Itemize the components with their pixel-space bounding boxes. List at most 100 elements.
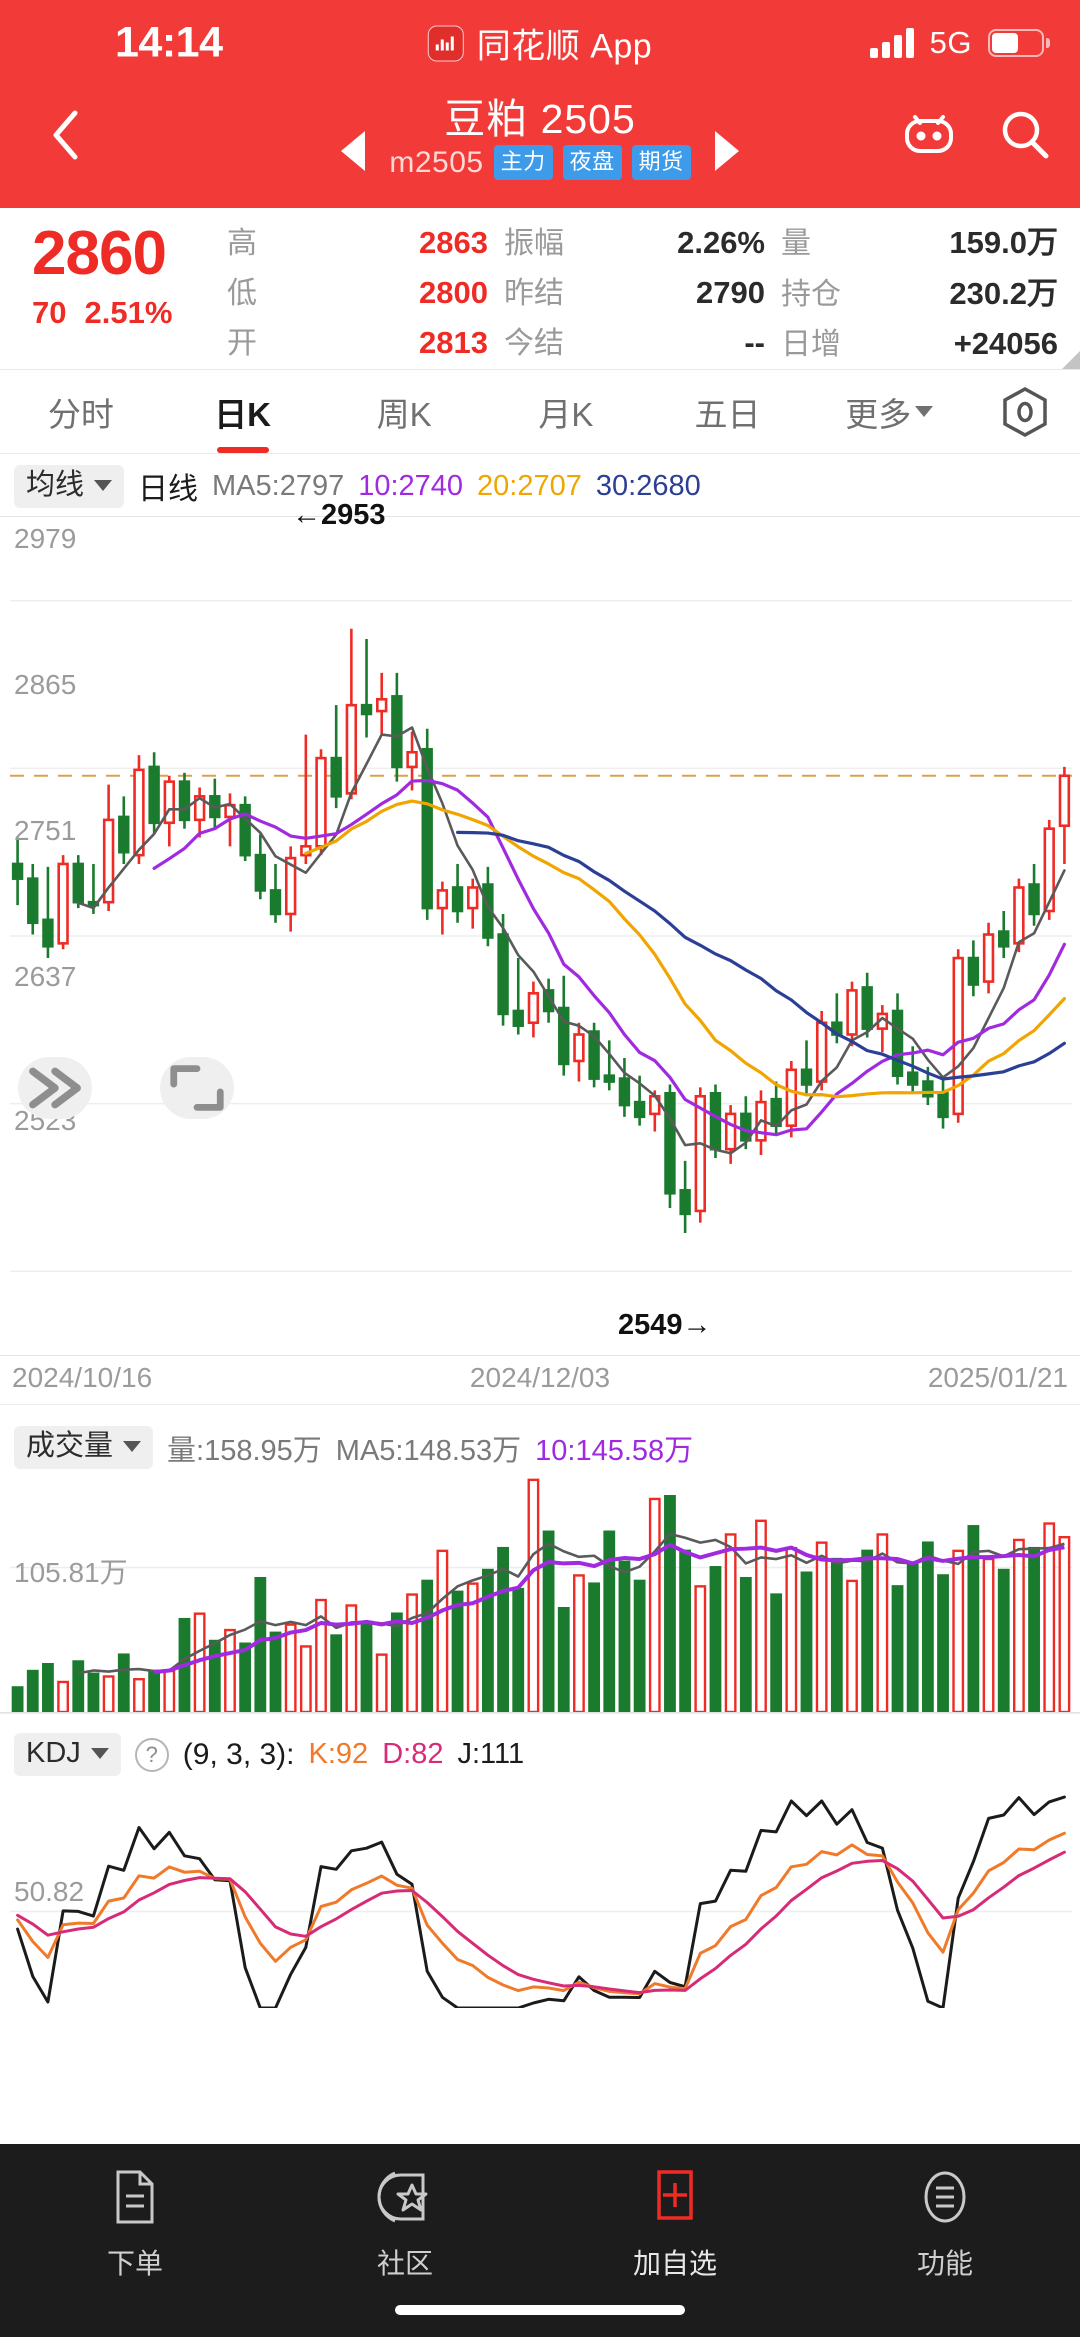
quote-field: 昨结 2790 [504,268,781,312]
ma-period-label: 日线 [138,473,199,506]
tab-monthly-k[interactable]: 月K [485,370,647,453]
field-label: 振幅 [504,226,564,260]
tag-night-session: 夜盘 [562,145,622,181]
field-value: 230.2万 [949,275,1058,311]
volume-chart-pane[interactable]: 105.81万 [0,1473,1080,1713]
kdj-params: (9, 3, 3): [182,1737,295,1771]
volume-selector-button[interactable]: 成交量 [14,1426,154,1469]
volume-value: 量:158.95万 [167,1434,322,1467]
quote-panel: 2860 70 2.51% 高 2863 低 2800 开 2813 振幅 2.26% 昨… [0,208,1080,370]
volume-ma10-value: 10:145.58万 [535,1434,694,1467]
field-value: 2790 [696,274,765,310]
tab-label: 五日 [694,395,761,433]
fullscreen-button[interactable] [160,1057,234,1119]
tab-label: 周K [376,395,432,433]
bottom-nav-label: 下单 [106,2248,163,2279]
tab-label: 分时 [47,395,114,433]
quote-primary: 2860 70 2.51% [22,222,227,357]
candlestick-app-icon [427,25,464,61]
quote-field: 低 2800 [227,268,504,312]
field-value: 2.26% [677,224,765,260]
ma-selector-button[interactable]: 均线 [14,464,125,508]
tab-more[interactable]: 更多 [808,370,970,453]
chevron-left-icon [53,110,78,160]
status-bar: 14:14 同花顺 App 5G [0,0,1080,86]
tab-label: 月K [538,395,594,433]
pane-divider [0,1404,1080,1416]
field-value: -- [744,324,765,360]
next-contract-button[interactable] [704,128,750,174]
ma-selector-label: 均线 [26,468,85,501]
kdj-selector-button[interactable]: KDJ [14,1733,121,1776]
chevron-down-icon [90,1748,109,1759]
function-menu-icon [920,2166,970,2228]
bottom-nav-label: 功能 [916,2248,973,2279]
field-value: 2863 [419,224,488,260]
search-button[interactable] [994,104,1056,166]
signal-bars-icon [869,28,914,58]
ma-legend-row: 均线 日线 MA5:2797 10:2740 20:2707 30:2680 [0,454,1080,516]
high-annotation: ←2953 [292,499,386,531]
bottom-nav-function[interactable]: 功能 [810,2166,1080,2282]
candlestick-chart[interactable] [0,517,1080,1355]
tab-weekly-k[interactable]: 周K [323,370,485,453]
question-circle-icon[interactable]: ? [134,1737,169,1772]
price-change: 70 [32,295,67,331]
kdj-legend-row: KDJ ? (9, 3, 3): K:92 D:82 J:111 [0,1723,1080,1780]
ma30-value: 30:2680 [595,469,701,502]
home-indicator [395,2305,685,2315]
field-label: 低 [227,276,257,310]
kdj-j-value: J:111 [457,1738,525,1770]
field-label: 高 [227,226,257,260]
bottom-nav-add-watchlist[interactable]: 加自选 [540,2166,810,2282]
bottom-nav-community[interactable]: 社区 [270,2166,540,2282]
quote-col-2: 振幅 2.26% 昨结 2790 今结 -- [504,222,781,360]
quote-col-3: 量 159.0万 持仓 230.2万 日增 +24056 [781,222,1058,361]
bottom-nav-order[interactable]: 下单 [0,2166,270,2282]
app-name-label: 同花顺 App [476,27,653,66]
price-chart-pane[interactable]: 2979 2865 2751 2637 2523 ←2953 2549→ [0,499,1080,1356]
community-star-icon [377,2166,433,2228]
status-indicators: 5G [869,25,1050,61]
chevron-down-icon [915,406,934,417]
chart-settings-button[interactable] [970,386,1080,438]
field-label: 昨结 [504,276,564,310]
kdj-chart[interactable] [0,1780,1080,2008]
triangle-right-icon [715,131,739,171]
quote-stats: 高 2863 低 2800 开 2813 振幅 2.26% 昨结 2790 今结 -- 量 1… [227,222,1058,361]
tab-minute[interactable]: 分时 [0,370,162,453]
field-value: 159.0万 [949,224,1058,260]
date-mid: 2024/12/03 [469,1362,611,1393]
kdj-chart-pane[interactable]: 50.82 [0,1780,1080,2008]
ma10-value: 10:2740 [358,469,464,502]
field-label: 持仓 [781,277,841,311]
field-label: 日增 [781,327,841,361]
ai-robot-button[interactable] [898,104,960,166]
field-label: 量 [781,226,811,260]
contract-code: m2505 [389,145,484,179]
quote-field: 持仓 230.2万 [781,268,1058,313]
chevron-down-icon [123,1441,142,1452]
expand-left-button[interactable] [18,1057,92,1119]
volume-chart[interactable] [0,1473,1080,1712]
nav-bar: 豆粕 2505 m2505 主力 夜盘 期货 [0,86,1080,208]
quote-col-1: 高 2863 低 2800 开 2813 [227,222,504,360]
quote-field: 振幅 2.26% [504,218,781,262]
expand-quote-corner[interactable] [1062,351,1080,369]
tab-five-day[interactable]: 五日 [647,370,809,453]
period-tab-bar: 分时 日K 周K 月K 五日 更多 [0,370,1080,454]
hexagon-settings-icon [1003,386,1047,437]
volume-ma5-value: MA5:148.53万 [335,1434,522,1467]
status-time: 14:14 [115,18,223,67]
field-label: 今结 [504,326,564,360]
date-axis-row: 2024/10/16 2024/12/03 2025/01/21 [0,1356,1080,1404]
app-name-badge: 同花顺 App [427,19,653,68]
tab-label: 日K [214,395,271,433]
quote-field: 量 159.0万 [781,217,1058,262]
tab-daily-k[interactable]: 日K [162,370,324,453]
date-start: 2024/10/16 [12,1362,153,1393]
back-button[interactable] [30,100,100,170]
fullscreen-corner-icon [170,1065,224,1111]
chevron-down-icon [94,479,113,491]
kdj-selector-label: KDJ [26,1737,81,1769]
